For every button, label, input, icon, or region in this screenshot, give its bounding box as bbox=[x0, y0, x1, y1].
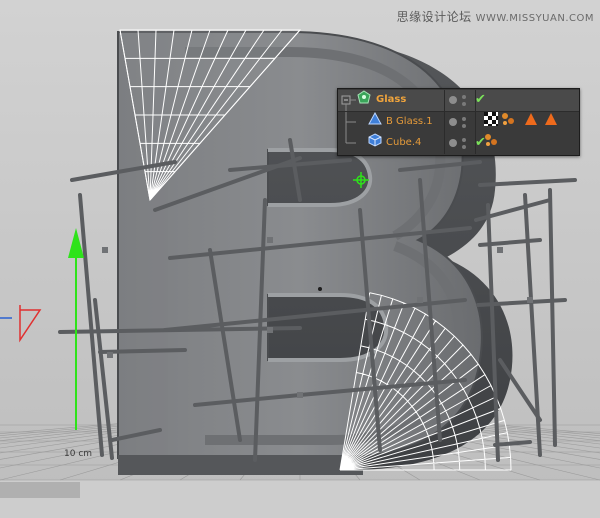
scaffold-clamp bbox=[497, 247, 503, 253]
visibility-toggle[interactable] bbox=[444, 90, 476, 111]
multi-dot-tag-icon[interactable] bbox=[484, 133, 498, 147]
scaffold-pole[interactable] bbox=[98, 348, 187, 354]
visibility-toggle[interactable] bbox=[444, 112, 476, 133]
cube-icon bbox=[368, 133, 382, 147]
scaffold-clamp bbox=[417, 297, 423, 303]
tree-branch: Cube.4 bbox=[338, 133, 438, 154]
scaffold-clamp bbox=[102, 247, 108, 253]
watermark-site-name: 思缘设计论坛 bbox=[396, 10, 472, 24]
object-tags bbox=[484, 112, 579, 133]
tree-branch: Glass bbox=[338, 90, 438, 111]
object-name[interactable]: B Glass.1 bbox=[386, 116, 433, 127]
viewport-scene[interactable] bbox=[0, 0, 600, 518]
object-row-glass[interactable]: Glass ✔ bbox=[338, 90, 579, 111]
scaffold-clamp bbox=[267, 237, 273, 243]
3d-viewport[interactable]: 思缘设计论坛 WWW.MISSYUAN.COM 10 cm Glass ✔ B … bbox=[0, 0, 600, 518]
scaffold-clamp bbox=[297, 392, 303, 398]
render-visibility-icon[interactable] bbox=[462, 102, 466, 106]
editor-visibility-icon[interactable] bbox=[462, 117, 466, 121]
symmetry-icon bbox=[357, 90, 371, 104]
tree-branch: B Glass.1 bbox=[338, 112, 438, 133]
scaffold-clamp bbox=[107, 352, 113, 358]
object-name[interactable]: Glass bbox=[376, 94, 406, 105]
visibility-toggle[interactable] bbox=[444, 133, 476, 154]
render-toggle-icon[interactable] bbox=[449, 118, 457, 126]
render-visibility-icon[interactable] bbox=[462, 145, 466, 149]
render-toggle-icon[interactable] bbox=[449, 96, 457, 104]
warning-triangle-tag-icon[interactable] bbox=[544, 112, 558, 126]
scaffold-clamp bbox=[267, 327, 273, 333]
object-row-b-glass-1[interactable]: B Glass.1 bbox=[338, 111, 579, 134]
scaffold-clamp bbox=[527, 297, 533, 303]
render-toggle-icon[interactable] bbox=[449, 139, 457, 147]
object-manager-panel[interactable]: Glass ✔ B Glass.1 Cube.4 ✔ bbox=[337, 88, 580, 156]
warning-triangle-tag-icon[interactable] bbox=[524, 112, 538, 126]
checker-material-tag-icon[interactable] bbox=[484, 112, 498, 126]
object-name[interactable]: Cube.4 bbox=[386, 137, 421, 148]
watermark: 思缘设计论坛 WWW.MISSYUAN.COM bbox=[397, 8, 594, 25]
render-visibility-icon[interactable] bbox=[462, 124, 466, 128]
multi-dot-tag-icon[interactable] bbox=[501, 112, 515, 126]
editor-visibility-icon[interactable] bbox=[462, 138, 466, 142]
editor-visibility-icon[interactable] bbox=[462, 95, 466, 99]
object-row-cube-4[interactable]: Cube.4 ✔ bbox=[338, 133, 579, 154]
watermark-url: WWW.MISSYUAN.COM bbox=[475, 13, 594, 24]
extrude-icon bbox=[368, 112, 382, 125]
object-tags bbox=[484, 90, 579, 111]
object-tags bbox=[484, 133, 579, 154]
grid-scale-label: 10 cm bbox=[64, 449, 93, 459]
